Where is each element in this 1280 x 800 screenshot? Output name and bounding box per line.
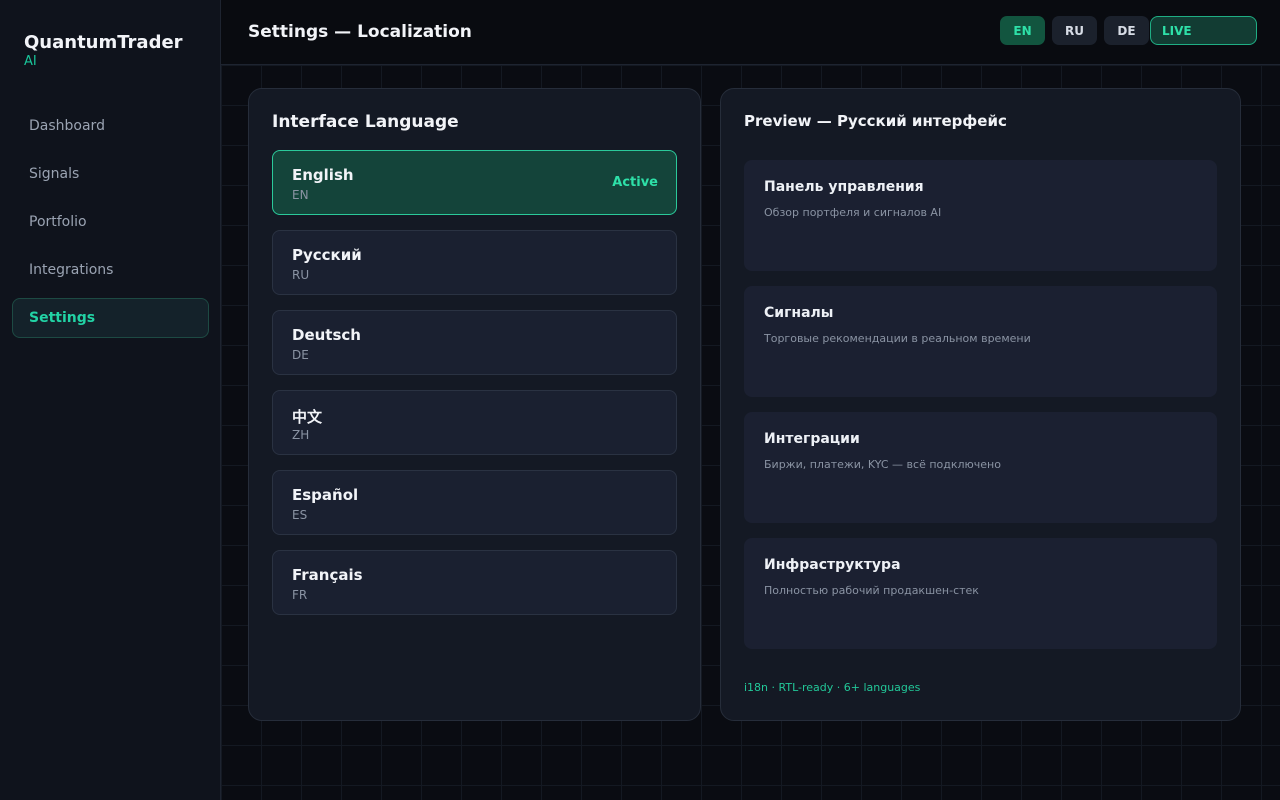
interface-language-card: Interface Language English EN Active Рус…: [248, 88, 701, 721]
language-code: DE: [292, 348, 309, 362]
language-code: EN: [292, 188, 309, 202]
sidebar: QuantumTrader AI Dashboard Signals Portf…: [0, 0, 221, 800]
language-name: Deutsch: [292, 326, 361, 344]
sidebar-item-portfolio[interactable]: Portfolio: [12, 202, 209, 242]
page-title: Settings — Localization: [248, 22, 472, 42]
language-option-russian[interactable]: Русский RU: [272, 230, 677, 295]
brand-logo[interactable]: QuantumTrader AI: [24, 32, 183, 70]
preview-card: Preview — Русский интерфейс Панель управ…: [720, 88, 1241, 721]
language-name: 中文: [292, 408, 323, 426]
sidebar-item-dashboard[interactable]: Dashboard: [12, 106, 209, 146]
sidebar-nav: Dashboard Signals Portfolio Integrations…: [12, 106, 209, 346]
preview-description: Биржи, платежи, KYC — всё подключено: [764, 458, 1001, 471]
preview-description: Полностью рабочий продакшен-стек: [764, 584, 979, 597]
preview-description: Обзор портфеля и сигналов AI: [764, 206, 942, 219]
sidebar-item-label: Settings: [29, 310, 96, 326]
language-name: Español: [292, 486, 359, 504]
language-option-english[interactable]: English EN Active: [272, 150, 677, 215]
preview-title: Интеграции: [764, 431, 860, 447]
preview-title: Панель управления: [764, 179, 924, 195]
language-name: English: [292, 166, 354, 184]
language-name: Français: [292, 566, 363, 584]
language-code: RU: [292, 268, 310, 282]
card-title: Interface Language: [272, 112, 459, 132]
app-root: QuantumTrader AI Dashboard Signals Portf…: [0, 0, 1280, 800]
sidebar-item-label: Portfolio: [29, 214, 87, 230]
preview-description: Торговые рекомендации в реальном времени: [764, 332, 1031, 345]
brand-sub: AI: [24, 54, 37, 69]
active-badge: Active: [612, 175, 658, 190]
language-option-spanish[interactable]: Español ES: [272, 470, 677, 535]
preview-item-infrastructure: Инфраструктура Полностью рабочий продакш…: [744, 538, 1217, 649]
language-option-french[interactable]: Français FR: [272, 550, 677, 615]
top-header: Settings — Localization EN RU DE LIVE: [221, 0, 1280, 65]
sidebar-item-signals[interactable]: Signals: [12, 154, 209, 194]
lang-switch-en[interactable]: EN: [1000, 16, 1045, 45]
live-status-badge: LIVE: [1150, 16, 1257, 45]
sidebar-item-label: Signals: [29, 166, 80, 182]
preview-footer-note: i18n · RTL-ready · 6+ languages: [744, 681, 921, 694]
language-option-german[interactable]: Deutsch DE: [272, 310, 677, 375]
preview-item-signals: Сигналы Торговые рекомендации в реальном…: [744, 286, 1217, 397]
card-title: Preview — Русский интерфейс: [744, 112, 1007, 130]
language-option-chinese[interactable]: 中文 ZH: [272, 390, 677, 455]
preview-title: Сигналы: [764, 305, 834, 321]
lang-switch-de[interactable]: DE: [1104, 16, 1149, 45]
sidebar-item-label: Integrations: [29, 262, 114, 278]
language-code: ES: [292, 508, 308, 522]
preview-item-integrations: Интеграции Биржи, платежи, KYC — всё под…: [744, 412, 1217, 523]
language-code: ZH: [292, 428, 310, 442]
lang-switch-ru[interactable]: RU: [1052, 16, 1097, 45]
preview-title: Инфраструктура: [764, 557, 901, 573]
language-code: FR: [292, 588, 308, 602]
preview-item-dashboard: Панель управления Обзор портфеля и сигна…: [744, 160, 1217, 271]
language-name: Русский: [292, 246, 362, 264]
sidebar-item-label: Dashboard: [29, 118, 105, 134]
sidebar-item-integrations[interactable]: Integrations: [12, 250, 209, 290]
brand-name: QuantumTrader: [24, 32, 183, 53]
sidebar-item-settings[interactable]: Settings: [12, 298, 209, 338]
